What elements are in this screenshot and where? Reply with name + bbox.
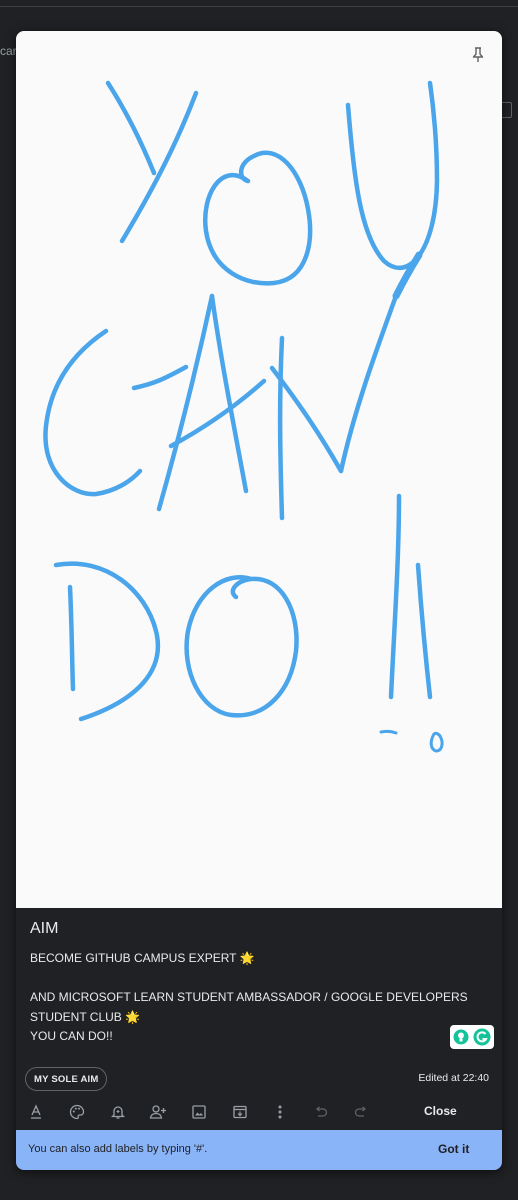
image-icon[interactable]: [189, 1102, 209, 1122]
collaborator-icon[interactable]: [148, 1102, 168, 1122]
handwritten-drawing: [43, 80, 444, 753]
undo-icon[interactable]: [311, 1102, 331, 1122]
note-body-line: AND MICROSOFT LEARN STUDENT AMBASSADOR /…: [30, 990, 468, 1004]
note-body-line: STUDENT CLUB 🌟: [30, 1009, 141, 1024]
grammarly-icon: [473, 1028, 491, 1046]
pin-icon[interactable]: [466, 43, 490, 67]
palette-icon[interactable]: [67, 1102, 87, 1122]
note-body-line: BECOME GITHUB CAMPUS EXPERT 🌟: [30, 951, 255, 965]
grammarly-widget[interactable]: [450, 1025, 494, 1049]
label-hint-toast: You can also add labels by typing '#'. G…: [16, 1130, 502, 1170]
archive-icon[interactable]: [230, 1102, 250, 1122]
label-chip[interactable]: MY SOLE AIM: [25, 1067, 108, 1091]
text-format-icon[interactable]: [26, 1102, 46, 1122]
reminder-bell-icon[interactable]: [108, 1102, 128, 1122]
redo-icon[interactable]: [351, 1102, 371, 1122]
close-button[interactable]: Close: [424, 1104, 457, 1118]
drawing-canvas[interactable]: [16, 31, 502, 908]
note-body-line: YOU CAN DO!!: [30, 1029, 113, 1043]
lightbulb-icon: [453, 1029, 469, 1045]
more-vert-icon[interactable]: [270, 1102, 290, 1122]
got-it-button[interactable]: Got it: [438, 1142, 469, 1156]
note-title[interactable]: AIM: [30, 920, 58, 938]
note-body-line: [30, 969, 470, 989]
background-partial-text: car: [0, 44, 17, 58]
edited-timestamp: Edited at 22:40: [418, 1072, 489, 1084]
note-editor-dialog: AIM BECOME GITHUB CAMPUS EXPERT 🌟 AND MI…: [16, 31, 502, 1170]
toast-message: You can also add labels by typing '#'.: [28, 1143, 208, 1155]
note-body[interactable]: BECOME GITHUB CAMPUS EXPERT 🌟 AND MICROS…: [30, 949, 470, 1047]
background-top-divider: [0, 6, 518, 7]
